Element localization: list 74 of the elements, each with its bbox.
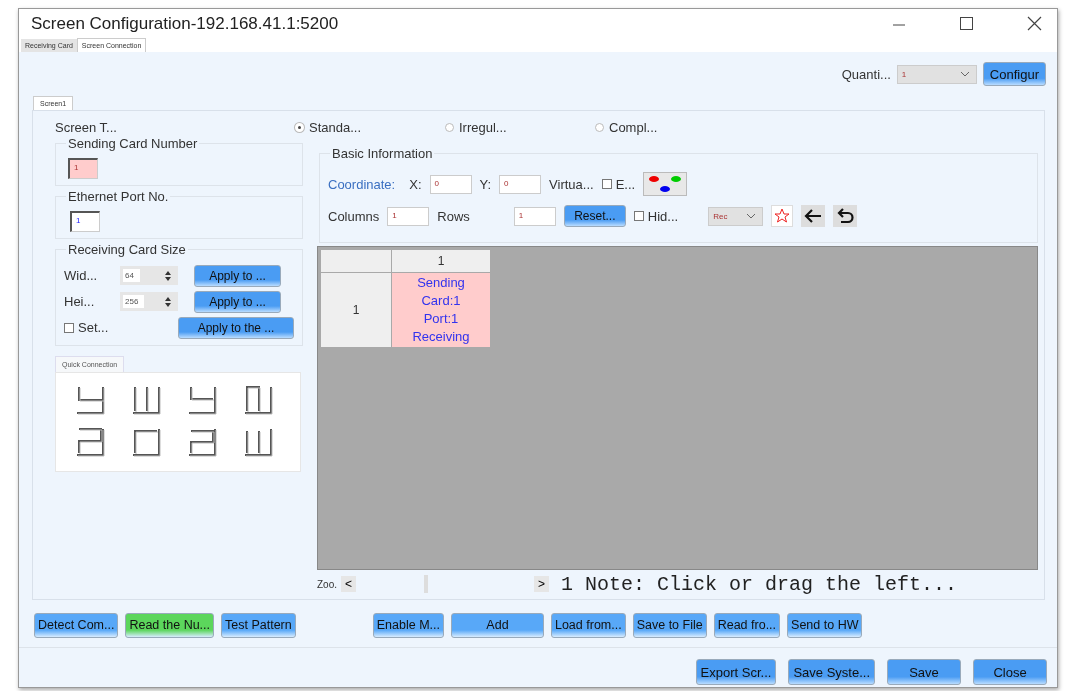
star-button[interactable] <box>771 205 794 227</box>
action-button[interactable]: Test Pattern <box>221 612 296 638</box>
radio-label: Compl... <box>609 119 658 135</box>
dialog-button[interactable]: Close <box>973 659 1047 685</box>
columns-label: Columns <box>328 208 380 224</box>
action-button[interactable]: Detect Com... <box>34 612 119 638</box>
coordinate-label: Coordinate: <box>328 176 396 192</box>
zoom-in-button[interactable]: > <box>534 576 550 592</box>
maximize-icon[interactable] <box>959 16 974 31</box>
x-field[interactable]: 0 <box>429 174 472 194</box>
spin-field[interactable]: 64 <box>120 266 178 285</box>
x-label: X: <box>409 176 422 192</box>
group-title: Basic Information <box>330 146 435 161</box>
radio-button[interactable] <box>445 122 454 132</box>
close-icon[interactable] <box>1027 16 1042 31</box>
configure-button[interactable]: Configur <box>982 62 1046 86</box>
quantity-dropdown[interactable]: 1 <box>896 64 977 84</box>
reset-button[interactable]: Reset... <box>563 205 626 227</box>
dialog-button[interactable]: Export Scr... <box>695 659 777 685</box>
size-label: Wid... <box>64 268 99 283</box>
radio-label: Irregul... <box>459 119 507 135</box>
action-button[interactable]: Enable M... <box>372 612 444 638</box>
size-label: Hei... <box>64 294 96 309</box>
apply-all-button[interactable]: Apply to the ... <box>178 316 294 339</box>
action-button[interactable]: Send to HW <box>787 612 863 638</box>
checkbox-label: E... <box>615 176 636 192</box>
zoom-label: Zoo. <box>317 578 337 590</box>
spinner-icon[interactable] <box>164 270 172 281</box>
column-header: 1 <box>392 250 490 272</box>
dialog-button[interactable]: Save Syste... <box>788 659 875 685</box>
spinner-icon[interactable] <box>164 296 172 307</box>
slider-thumb[interactable] <box>424 575 429 593</box>
apply-button[interactable]: Apply to ... <box>194 290 281 313</box>
checkbox-label: Set... <box>78 320 109 335</box>
caret-icon[interactable] <box>746 213 757 219</box>
color-dots-button[interactable] <box>643 172 688 196</box>
quantity-label: Quanti... <box>841 66 891 82</box>
rows-label: Rows <box>437 208 470 224</box>
undo-button[interactable] <box>833 205 858 227</box>
action-button[interactable]: Read fro... <box>713 612 781 638</box>
grid-corner <box>321 250 391 272</box>
checkbox-label: Hid... <box>647 208 679 224</box>
dialog-button[interactable]: Save <box>887 659 961 685</box>
apply-button[interactable]: Apply to ... <box>194 264 281 287</box>
y-field[interactable]: 0 <box>499 174 542 194</box>
sending-card-field[interactable]: 1 <box>68 158 98 179</box>
ethernet-port-field[interactable]: 1 <box>70 211 100 232</box>
group-title: Ethernet Port No. <box>66 189 171 204</box>
zoom-out-button[interactable]: < <box>341 576 357 592</box>
virtual-label: Virtua... <box>549 176 594 192</box>
rows-field[interactable]: 1 <box>513 206 556 226</box>
row-header: 1 <box>321 273 391 347</box>
radio-label: Standa... <box>309 119 362 135</box>
y-label: Y: <box>479 176 492 192</box>
grid-cell[interactable]: Sending Card:1 Port:1 Receiving <box>392 273 490 347</box>
action-button[interactable]: Save to File <box>632 612 707 638</box>
screen-type-label: Screen T... <box>55 119 118 135</box>
checkbox[interactable] <box>633 211 644 221</box>
action-button[interactable]: Load from... <box>550 612 626 638</box>
caret-icon[interactable] <box>959 71 970 77</box>
group-title: Receiving Card Size <box>66 242 188 257</box>
action-button[interactable]: Read the Nu... <box>125 612 215 638</box>
note-text: Note: Click or drag the left... <box>585 572 958 596</box>
action-button[interactable]: Add <box>450 612 544 638</box>
columns-field[interactable]: 1 <box>387 206 430 226</box>
checkbox[interactable] <box>64 322 74 333</box>
back-arrow-button[interactable] <box>801 205 826 227</box>
radio-button[interactable] <box>595 122 604 132</box>
page-number: 1 <box>561 572 574 596</box>
spin-field[interactable]: 256 <box>120 292 178 311</box>
group-title: Sending Card Number <box>66 136 200 151</box>
checkbox[interactable] <box>601 179 612 189</box>
window-title: Screen Configuration-192.168.41.1:5200 <box>31 13 339 34</box>
mode-dropdown[interactable]: Rec <box>708 206 764 226</box>
